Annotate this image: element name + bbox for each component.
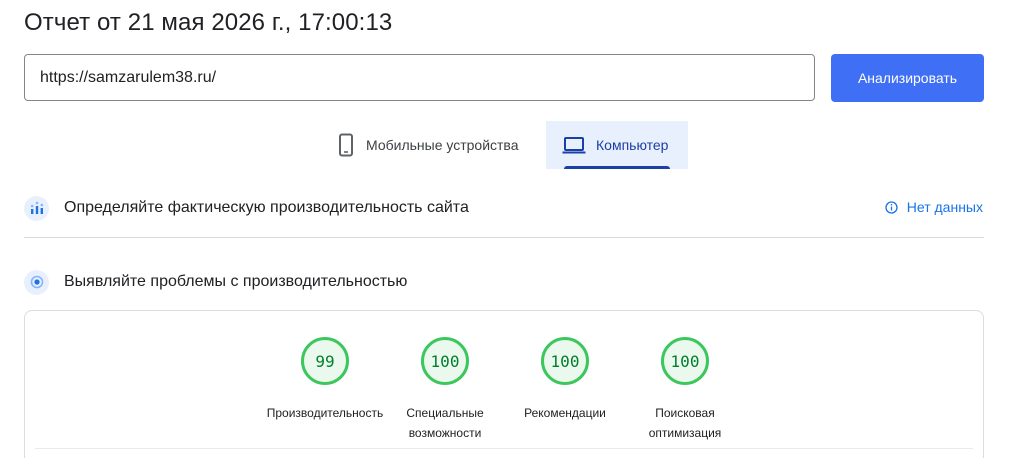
no-data-link[interactable]: Нет данных (885, 199, 983, 215)
score-label-line1: Рекомендации (524, 406, 606, 420)
score-label-line2: возможности (408, 426, 482, 440)
selected-tab-indicator (564, 166, 670, 169)
score-value: 100 (661, 337, 709, 385)
tab-mobile[interactable]: Мобильные устройства (326, 121, 546, 169)
score-label-line1: Производительность (266, 406, 384, 420)
score-gauge-best-practices[interactable]: 100 Рекомендации (505, 337, 625, 423)
pagespeed-report: Отчет от 21 мая 2026 г., 17:00:13 Анализ… (0, 0, 1012, 458)
score-gauge-performance[interactable]: 99 Производительность (265, 337, 385, 423)
field-data-section: Определяйте фактическую производительнос… (24, 188, 984, 228)
score-label-line1: Поисковая (655, 406, 715, 420)
score-label: Производительность (265, 403, 385, 423)
lighthouse-icon (24, 269, 49, 295)
score-gauge-accessibility[interactable]: 100 Специальные возможности (385, 337, 505, 443)
score-value: 100 (421, 337, 469, 385)
score-value: 99 (301, 337, 349, 385)
info-icon (885, 200, 898, 214)
score-label: Поисковая оптимизация (625, 403, 745, 443)
card-divider (35, 448, 973, 449)
analyze-button[interactable]: Анализировать (831, 54, 984, 102)
score-label: Специальные возможности (385, 403, 505, 443)
score-label-line1: Специальные (406, 406, 484, 420)
score-gauge-seo[interactable]: 100 Поисковая оптимизация (625, 337, 745, 443)
tab-desktop-label: Компьютер (596, 137, 669, 153)
tab-desktop[interactable]: Компьютер (546, 121, 688, 169)
url-input[interactable] (24, 54, 815, 101)
no-data-label: Нет данных (906, 199, 983, 215)
tab-mobile-label: Мобильные устройства (366, 137, 519, 153)
section-divider (24, 237, 984, 238)
field-data-title: Определяйте фактическую производительнос… (64, 199, 469, 216)
score-label: Рекомендации (505, 403, 625, 423)
score-value: 100 (541, 337, 589, 385)
laptop-icon (562, 135, 586, 155)
page-title: Отчет от 21 мая 2026 г., 17:00:13 (24, 9, 393, 36)
lab-data-title: Выявляйте проблемы с производительностью (64, 273, 408, 290)
scores-card: 99 Производительность 100 Специальные во… (24, 310, 984, 458)
score-label-line2: оптимизация (648, 426, 722, 440)
users-chart-icon (24, 195, 49, 221)
lab-data-section: Выявляйте проблемы с производительностью (24, 262, 984, 302)
smartphone-icon (336, 133, 356, 157)
